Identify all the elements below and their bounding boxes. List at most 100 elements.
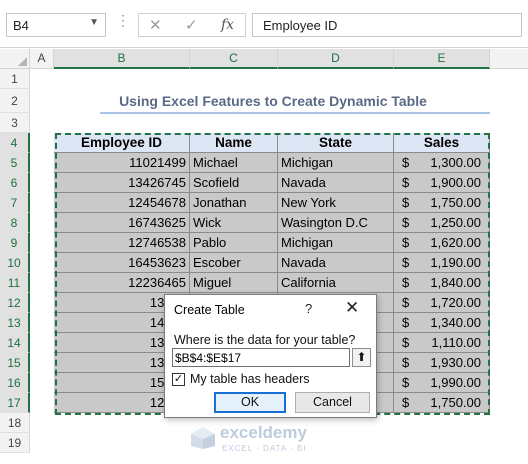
cell-employee-id[interactable]: 13426745 xyxy=(54,173,190,193)
cell-employee-id[interactable]: 16453623 xyxy=(54,253,190,273)
table-header-sales[interactable]: Sales xyxy=(394,133,490,153)
select-all-button[interactable] xyxy=(0,49,30,69)
headers-checkbox[interactable]: ✓ xyxy=(172,373,185,386)
currency-symbol: $ xyxy=(402,255,410,270)
cell-state[interactable]: California xyxy=(278,273,394,293)
currency-symbol: $ xyxy=(402,215,410,230)
headers-checkbox-label[interactable]: My table has headers xyxy=(190,372,310,386)
cell-sales[interactable]: $1,250.00 xyxy=(394,213,490,233)
row-header-13[interactable]: 13 xyxy=(0,313,30,333)
help-icon[interactable]: ? xyxy=(305,301,312,316)
row-header-6[interactable]: 6 xyxy=(0,173,30,193)
cell-state[interactable]: Navada xyxy=(278,173,394,193)
cell-state[interactable]: Michigan xyxy=(278,233,394,253)
row-header-3[interactable]: 3 xyxy=(0,113,30,133)
sheet-title: Using Excel Features to Create Dynamic T… xyxy=(119,93,427,109)
cell-employee-id[interactable]: 11021499 xyxy=(54,153,190,173)
sales-amount: 1,300.00 xyxy=(430,155,481,170)
column-header-e[interactable]: E xyxy=(394,49,490,69)
cell-name[interactable]: Wick xyxy=(190,213,278,233)
cell-employee-id[interactable]: 12236465 xyxy=(54,273,190,293)
cell-sales[interactable]: $1,750.00 xyxy=(394,193,490,213)
cell-state[interactable]: New York xyxy=(278,193,394,213)
row-header-1[interactable]: 1 xyxy=(0,69,30,89)
cell-sales[interactable]: $1,620.00 xyxy=(394,233,490,253)
currency-symbol: $ xyxy=(402,375,410,390)
row-header-4[interactable]: 4 xyxy=(0,133,30,153)
row-header-12[interactable]: 12 xyxy=(0,293,30,313)
row-header-7[interactable]: 7 xyxy=(0,193,30,213)
exceldemy-watermark: exceldemy EXCEL · DATA · BI xyxy=(190,420,340,460)
currency-symbol: $ xyxy=(402,235,410,250)
sales-amount: 1,340.00 xyxy=(430,315,481,330)
cell-sales[interactable]: $1,110.00 xyxy=(394,333,490,353)
table-header-state[interactable]: State xyxy=(278,133,394,153)
column-header-d[interactable]: D xyxy=(278,49,394,69)
sales-amount: 1,930.00 xyxy=(430,355,481,370)
cell-sales[interactable]: $1,930.00 xyxy=(394,353,490,373)
name-box-value: B4 xyxy=(13,18,29,33)
cell-sales[interactable]: $1,840.00 xyxy=(394,273,490,293)
sales-amount: 1,900.00 xyxy=(430,175,481,190)
cell-employee-id[interactable]: 16743625 xyxy=(54,213,190,233)
cell-name[interactable]: Pablo xyxy=(190,233,278,253)
row-header-9[interactable]: 9 xyxy=(0,233,30,253)
currency-symbol: $ xyxy=(402,155,410,170)
sales-amount: 1,750.00 xyxy=(430,195,481,210)
cell-sales[interactable]: $1,720.00 xyxy=(394,293,490,313)
cell-name[interactable]: Escober xyxy=(190,253,278,273)
row-header-15[interactable]: 15 xyxy=(0,353,30,373)
column-header-c[interactable]: C xyxy=(190,49,278,69)
more-options-icon[interactable]: ⋮ xyxy=(116,12,130,29)
row-header-11[interactable]: 11 xyxy=(0,273,30,293)
confirm-edit-icon[interactable]: ✓ xyxy=(185,16,198,34)
table-header-employee-id[interactable]: Employee ID xyxy=(54,133,190,153)
cell-sales[interactable]: $1,750.00 xyxy=(394,393,490,413)
cell-employee-id[interactable]: 12454678 xyxy=(54,193,190,213)
cell-sales[interactable]: $1,900.00 xyxy=(394,173,490,193)
chevron-down-icon[interactable]: ▼ xyxy=(89,17,99,28)
cell-sales[interactable]: $1,190.00 xyxy=(394,253,490,273)
row-header-18[interactable]: 18 xyxy=(0,413,30,433)
table-header-name[interactable]: Name xyxy=(190,133,278,153)
cancel-button[interactable]: Cancel xyxy=(295,392,370,413)
ok-button[interactable]: OK xyxy=(214,392,286,413)
formula-bar: B4 ▼ ⋮ ✕ ✓ fx Employee ID xyxy=(0,0,528,48)
cell-state[interactable]: Navada xyxy=(278,253,394,273)
formula-input[interactable]: Employee ID xyxy=(252,13,522,37)
row-header-16[interactable]: 16 xyxy=(0,373,30,393)
sales-amount: 1,990.00 xyxy=(430,375,481,390)
cell-name[interactable]: Miguel xyxy=(190,273,278,293)
currency-symbol: $ xyxy=(402,175,410,190)
row-header-10[interactable]: 10 xyxy=(0,253,30,273)
watermark-name: exceldemy xyxy=(220,423,307,442)
row-header-8[interactable]: 8 xyxy=(0,213,30,233)
row-header-2[interactable]: 2 xyxy=(0,89,30,113)
close-icon[interactable]: ✕ xyxy=(345,298,359,318)
row-header-17[interactable]: 17 xyxy=(0,393,30,413)
row-header-19[interactable]: 19 xyxy=(0,433,30,453)
cell-sales[interactable]: $1,300.00 xyxy=(394,153,490,173)
cell-name[interactable]: Michael xyxy=(190,153,278,173)
row-header-5[interactable]: 5 xyxy=(0,153,30,173)
cell-name[interactable]: Scofield xyxy=(190,173,278,193)
column-header-a[interactable]: A xyxy=(30,49,54,69)
cell-sales[interactable]: $1,990.00 xyxy=(394,373,490,393)
cell-employee-id[interactable]: 12746538 xyxy=(54,233,190,253)
cell-state[interactable]: Wasington D.C xyxy=(278,213,394,233)
cancel-edit-icon[interactable]: ✕ xyxy=(149,16,162,34)
cell-name[interactable]: Jonathan xyxy=(190,193,278,213)
insert-function-icon[interactable]: fx xyxy=(221,17,234,33)
cell-state[interactable]: Michigan xyxy=(278,153,394,173)
sales-amount: 1,750.00 xyxy=(430,395,481,410)
title-underline xyxy=(100,112,490,114)
collapse-dialog-button[interactable]: ⬆ xyxy=(352,348,371,367)
column-header-b[interactable]: B xyxy=(54,49,190,69)
name-box[interactable]: B4 ▼ xyxy=(6,13,106,37)
sales-amount: 1,110.00 xyxy=(431,335,481,350)
row-header-14[interactable]: 14 xyxy=(0,333,30,353)
cell-sales[interactable]: $1,340.00 xyxy=(394,313,490,333)
create-table-dialog: Create Table ? ✕ Where is the data for y… xyxy=(164,294,377,418)
table-range-input[interactable]: $B$4:$E$17 xyxy=(172,348,350,367)
collapse-arrow-icon: ⬆ xyxy=(356,350,367,364)
